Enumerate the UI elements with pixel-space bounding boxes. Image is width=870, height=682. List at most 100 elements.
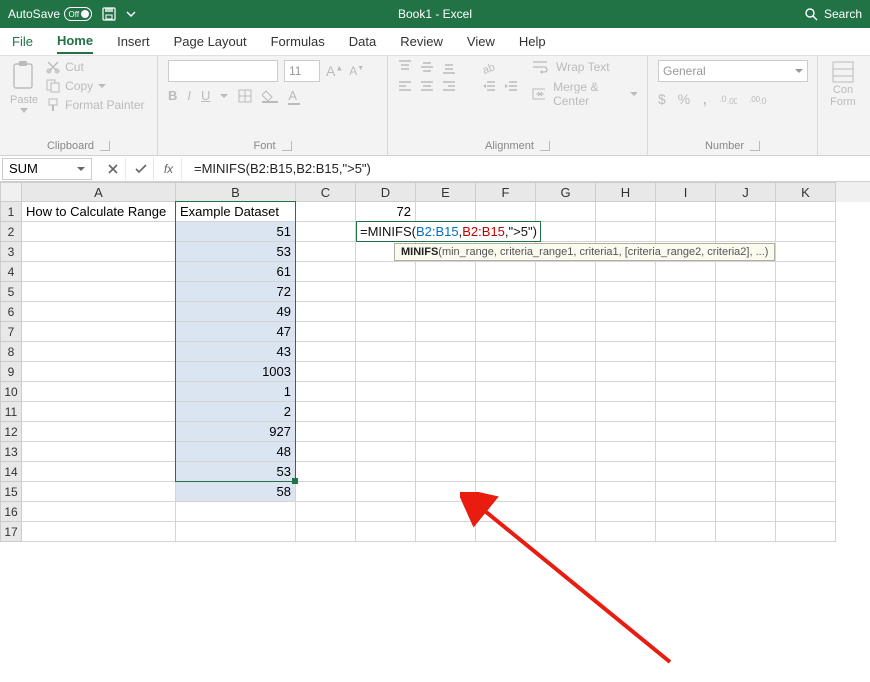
cell-D9[interactable] bbox=[356, 362, 416, 382]
cell-K5[interactable] bbox=[776, 282, 836, 302]
cell-I15[interactable] bbox=[656, 482, 716, 502]
cell-J16[interactable] bbox=[716, 502, 776, 522]
cell-A2[interactable] bbox=[22, 222, 176, 242]
comma-button[interactable]: , bbox=[702, 88, 707, 109]
cell-C17[interactable] bbox=[296, 522, 356, 542]
cell-F7[interactable] bbox=[476, 322, 536, 342]
cell-H8[interactable] bbox=[596, 342, 656, 362]
cell-J17[interactable] bbox=[716, 522, 776, 542]
cell-H6[interactable] bbox=[596, 302, 656, 322]
cell-B9[interactable]: 1003 bbox=[176, 362, 296, 382]
cell-G4[interactable] bbox=[536, 262, 596, 282]
cell-C3[interactable] bbox=[296, 242, 356, 262]
cell-B3[interactable]: 53 bbox=[176, 242, 296, 262]
cell-G9[interactable] bbox=[536, 362, 596, 382]
cell-D10[interactable] bbox=[356, 382, 416, 402]
cell-D15[interactable] bbox=[356, 482, 416, 502]
align-center-icon[interactable] bbox=[420, 80, 434, 94]
cell-F14[interactable] bbox=[476, 462, 536, 482]
row-header[interactable]: 4 bbox=[0, 262, 22, 282]
cell-K17[interactable] bbox=[776, 522, 836, 542]
row-header[interactable]: 1 bbox=[0, 202, 22, 222]
cell-E10[interactable] bbox=[416, 382, 476, 402]
cell-D8[interactable] bbox=[356, 342, 416, 362]
cell-B2[interactable]: 51 bbox=[176, 222, 296, 242]
cell-K16[interactable] bbox=[776, 502, 836, 522]
cell-C5[interactable] bbox=[296, 282, 356, 302]
cell-I14[interactable] bbox=[656, 462, 716, 482]
col-header-D[interactable]: D bbox=[356, 182, 416, 202]
orientation-icon[interactable]: ab bbox=[482, 60, 496, 74]
cell-F11[interactable] bbox=[476, 402, 536, 422]
cell-E17[interactable] bbox=[416, 522, 476, 542]
cell-J13[interactable] bbox=[716, 442, 776, 462]
cell-B13[interactable]: 48 bbox=[176, 442, 296, 462]
cell-E15[interactable] bbox=[416, 482, 476, 502]
cell-F15[interactable] bbox=[476, 482, 536, 502]
row-header[interactable]: 2 bbox=[0, 222, 22, 242]
cell-G10[interactable] bbox=[536, 382, 596, 402]
formula-input[interactable]: =MINIFS(B2:B15,B2:B15,">5") bbox=[188, 161, 870, 176]
cell-B5[interactable]: 72 bbox=[176, 282, 296, 302]
row-header[interactable]: 12 bbox=[0, 422, 22, 442]
cell-K11[interactable] bbox=[776, 402, 836, 422]
cell-A6[interactable] bbox=[22, 302, 176, 322]
decrease-indent-icon[interactable] bbox=[482, 80, 496, 94]
copy-button[interactable]: Copy bbox=[46, 79, 144, 93]
dialog-launcher-icon[interactable] bbox=[750, 141, 760, 151]
number-format-combo[interactable]: General bbox=[658, 60, 808, 82]
cell-K15[interactable] bbox=[776, 482, 836, 502]
cell-K4[interactable] bbox=[776, 262, 836, 282]
col-header-E[interactable]: E bbox=[416, 182, 476, 202]
cell-I4[interactable] bbox=[656, 262, 716, 282]
col-header-A[interactable]: A bbox=[22, 182, 176, 202]
cell-J2[interactable] bbox=[716, 222, 776, 242]
cell-E4[interactable] bbox=[416, 262, 476, 282]
tab-page-layout[interactable]: Page Layout bbox=[174, 30, 247, 53]
cell-A7[interactable] bbox=[22, 322, 176, 342]
cell-C14[interactable] bbox=[296, 462, 356, 482]
cell-I6[interactable] bbox=[656, 302, 716, 322]
cell-I16[interactable] bbox=[656, 502, 716, 522]
cell-A12[interactable] bbox=[22, 422, 176, 442]
autosave-toggle[interactable]: AutoSave Off bbox=[8, 7, 92, 21]
tab-file[interactable]: File bbox=[12, 30, 33, 53]
cell-D11[interactable] bbox=[356, 402, 416, 422]
wrap-text-button[interactable]: Wrap Text bbox=[532, 60, 637, 74]
select-all-corner[interactable] bbox=[0, 182, 22, 202]
cell-B15[interactable]: 58 bbox=[176, 482, 296, 502]
spreadsheet-grid[interactable]: A B C D E F G H I J K 1How to Calculate … bbox=[0, 182, 870, 542]
col-header-F[interactable]: F bbox=[476, 182, 536, 202]
tab-insert[interactable]: Insert bbox=[117, 30, 150, 53]
cell-A10[interactable] bbox=[22, 382, 176, 402]
search-box[interactable]: Search bbox=[804, 7, 862, 21]
cell-I8[interactable] bbox=[656, 342, 716, 362]
cell-H5[interactable] bbox=[596, 282, 656, 302]
cell-E9[interactable] bbox=[416, 362, 476, 382]
cell-editor[interactable]: =MINIFS(B2:B15,B2:B15,">5") bbox=[356, 221, 541, 242]
currency-button[interactable]: $ bbox=[658, 91, 666, 107]
row-header[interactable]: 13 bbox=[0, 442, 22, 462]
col-header-B[interactable]: B bbox=[176, 182, 296, 202]
cell-C2[interactable] bbox=[296, 222, 356, 242]
align-top-icon[interactable] bbox=[398, 60, 412, 74]
font-color-icon[interactable]: A bbox=[288, 88, 297, 103]
row-header[interactable]: 10 bbox=[0, 382, 22, 402]
cell-G1[interactable] bbox=[536, 202, 596, 222]
cell-C12[interactable] bbox=[296, 422, 356, 442]
row-header[interactable]: 14 bbox=[0, 462, 22, 482]
align-bottom-icon[interactable] bbox=[442, 60, 456, 74]
cell-E5[interactable] bbox=[416, 282, 476, 302]
cell-J9[interactable] bbox=[716, 362, 776, 382]
cell-J5[interactable] bbox=[716, 282, 776, 302]
cell-G2[interactable] bbox=[536, 222, 596, 242]
cell-D16[interactable] bbox=[356, 502, 416, 522]
row-header[interactable]: 9 bbox=[0, 362, 22, 382]
bold-button[interactable]: B bbox=[168, 88, 177, 103]
cell-D7[interactable] bbox=[356, 322, 416, 342]
cell-B11[interactable]: 2 bbox=[176, 402, 296, 422]
cell-C16[interactable] bbox=[296, 502, 356, 522]
cell-F8[interactable] bbox=[476, 342, 536, 362]
col-header-G[interactable]: G bbox=[536, 182, 596, 202]
row-header[interactable]: 7 bbox=[0, 322, 22, 342]
